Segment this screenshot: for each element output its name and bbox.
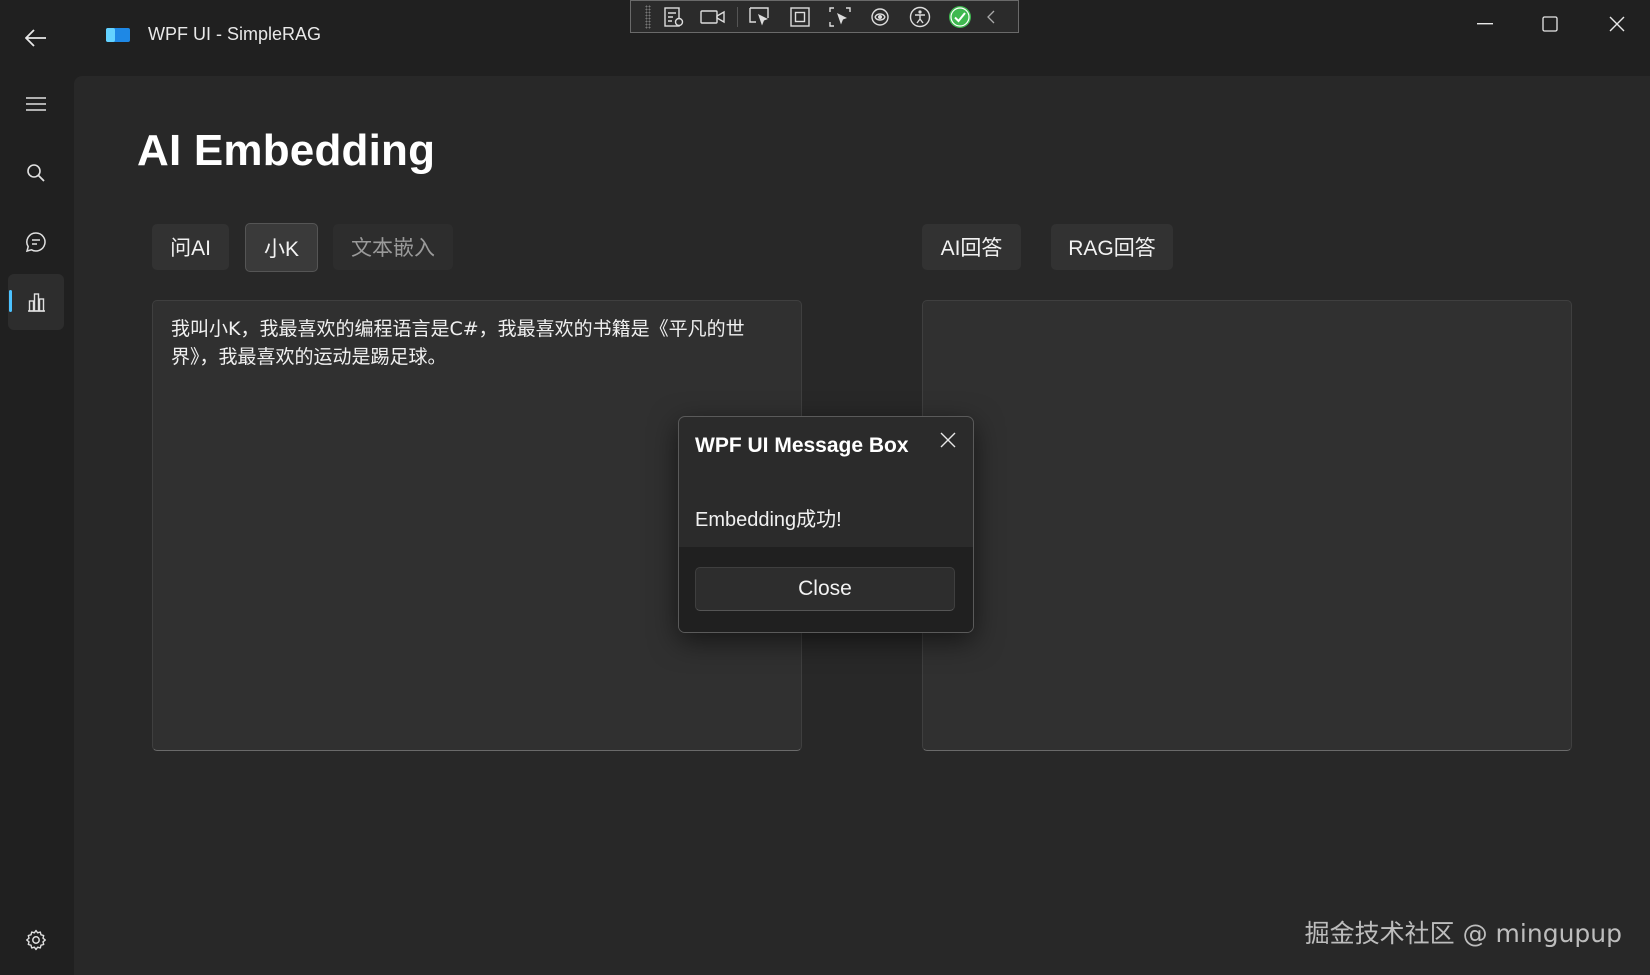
select-element-button[interactable] <box>744 3 776 31</box>
message-box-dialog: WPF UI Message Box Embedding成功! Close <box>678 416 974 633</box>
page-title: AI Embedding <box>137 126 436 175</box>
search-icon <box>27 164 45 182</box>
record-button[interactable] <box>697 3 729 31</box>
dialog-footer: Close <box>679 547 973 632</box>
close-window-button[interactable] <box>1587 8 1647 40</box>
nav-active-indicator <box>9 290 12 312</box>
bar-chart-icon <box>28 293 45 312</box>
binding-check-button[interactable] <box>944 3 976 31</box>
ai-answer-button[interactable]: AI回答 <box>922 224 1021 270</box>
output-textbox[interactable] <box>922 300 1572 751</box>
hot-reload-button[interactable] <box>864 3 896 31</box>
close-icon <box>1609 16 1625 32</box>
input-text: 我叫小K，我最喜欢的编程语言是C#，我最喜欢的书籍是《平凡的世界》，我最喜欢的运… <box>171 318 745 368</box>
close-icon <box>940 432 956 448</box>
nav-item-search[interactable] <box>8 145 64 201</box>
dialog-title: WPF UI Message Box <box>695 434 909 457</box>
app-logo-icon <box>106 28 130 42</box>
toolbar-separator <box>737 6 738 27</box>
dialog-close-x-button[interactable] <box>935 427 961 453</box>
dialog-close-button[interactable]: Close <box>695 567 955 611</box>
visual-tree-icon <box>664 6 684 27</box>
nav-item-embedding[interactable] <box>8 274 64 330</box>
toolbar-grip[interactable] <box>645 4 651 29</box>
display-layout-adorners-button[interactable] <box>784 3 816 31</box>
hot-reload-icon <box>871 7 889 26</box>
accessibility-checker-button[interactable] <box>904 3 936 31</box>
text-embedding-button[interactable]: 文本嵌入 <box>333 224 453 270</box>
collapse-toolbar-button[interactable] <box>984 3 998 31</box>
xiaok-button[interactable]: 小K <box>245 223 318 272</box>
chat-icon <box>25 232 46 253</box>
watermark: 掘金技术社区 @ mingupup <box>1304 919 1622 948</box>
ask-ai-button[interactable]: 问AI <box>152 224 229 270</box>
accessibility-icon <box>909 6 931 27</box>
adorner-box-icon <box>790 6 810 27</box>
nav-item-settings[interactable] <box>8 912 64 968</box>
maximize-button[interactable] <box>1520 8 1580 40</box>
window-title: WPF UI - SimpleRAG <box>148 24 322 44</box>
nav-menu-toggle[interactable] <box>8 76 64 132</box>
minimize-icon <box>1477 23 1493 25</box>
output-text <box>923 301 1571 329</box>
back-button[interactable] <box>18 22 54 54</box>
nav-item-chat[interactable] <box>8 214 64 270</box>
dialog-message: Embedding成功! <box>695 509 842 531</box>
select-cursor-icon <box>749 6 769 25</box>
maximize-icon <box>1542 16 1558 32</box>
back-arrow-icon <box>25 29 46 47</box>
rag-answer-button[interactable]: RAG回答 <box>1051 224 1173 270</box>
debug-toolbar <box>630 0 1019 33</box>
hamburger-menu-icon <box>26 97 46 111</box>
settings-gear-icon <box>26 929 46 951</box>
check-circle-icon <box>949 5 971 28</box>
chevron-left-icon <box>987 10 995 23</box>
minimize-button[interactable] <box>1455 8 1515 40</box>
track-focus-button[interactable] <box>824 3 856 31</box>
video-camera-icon <box>700 9 725 24</box>
live-visual-tree-button[interactable] <box>657 3 689 31</box>
focus-track-icon <box>829 6 851 27</box>
